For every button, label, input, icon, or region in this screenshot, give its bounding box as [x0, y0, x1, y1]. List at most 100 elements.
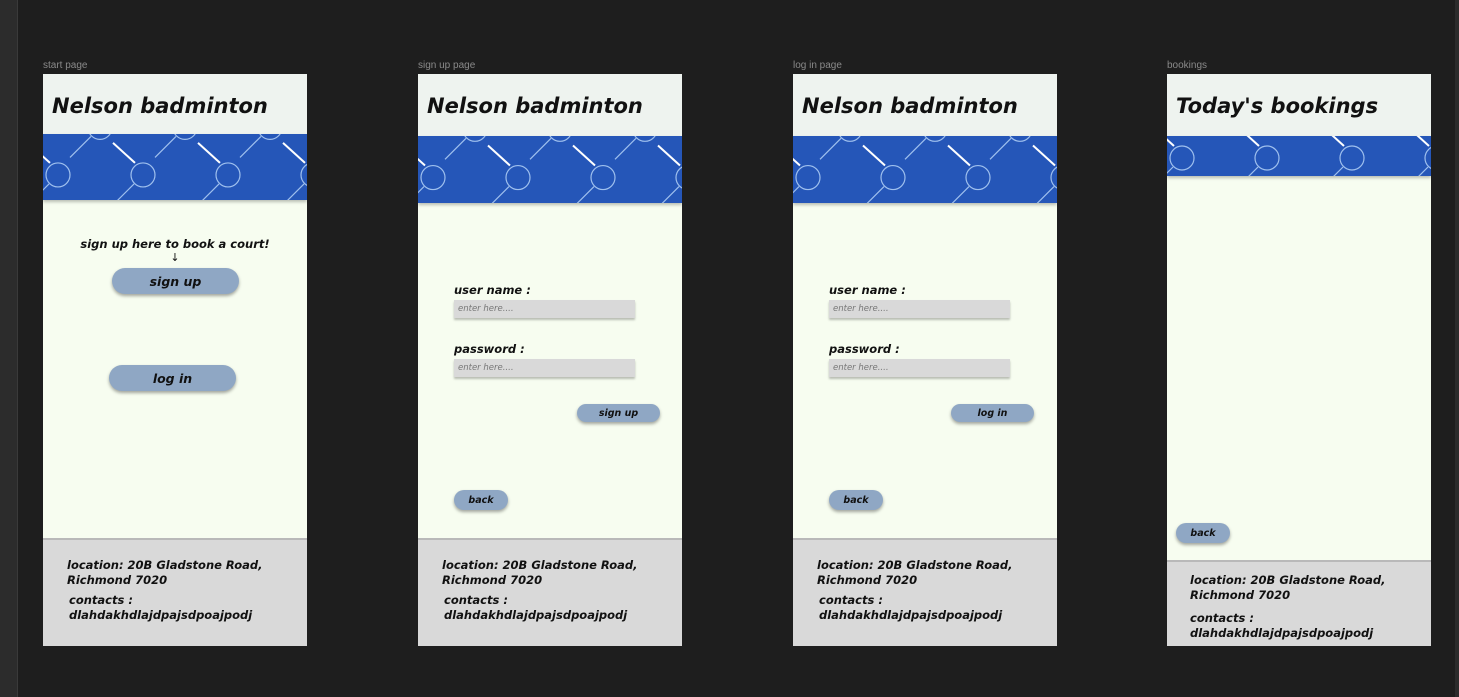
canvas-right-scrollbar[interactable] [1455, 0, 1459, 697]
racket-handle [989, 137, 1012, 160]
footer-location: location: 20B Gladstone Road, Richmond 7… [817, 558, 1012, 588]
racket-handle [819, 137, 842, 160]
password-label: password : [829, 342, 900, 356]
racket-shaft [657, 144, 681, 167]
footer-location-line2: Richmond 7020 [67, 573, 168, 587]
racket-handle [904, 137, 927, 160]
racket-handle [661, 186, 680, 203]
badminton-racket-icon [1167, 136, 1431, 176]
racket-handle [69, 135, 92, 158]
frame-label-bookings[interactable]: bookings [1167, 60, 1207, 71]
frame-label-signup[interactable]: sign up page [418, 60, 475, 71]
username-label: user name : [829, 283, 906, 297]
footer: location: 20B Gladstone Road, Richmond 7… [418, 538, 682, 646]
racket-head [420, 164, 446, 191]
sign-up-button[interactable]: sign up [112, 268, 239, 294]
racket-head [1050, 166, 1057, 189]
username-input[interactable]: enter here.... [454, 300, 635, 318]
canvas-left-rail [0, 0, 18, 697]
racket-shaft [43, 155, 51, 164]
racket-head [300, 163, 307, 186]
page-title: Nelson badminton [802, 94, 1018, 118]
racket-head [505, 164, 531, 191]
racket-handle [418, 186, 425, 194]
racket-shaft [572, 144, 596, 167]
frame-log-in-page[interactable]: Nelson badminton user name : enter here.… [793, 74, 1057, 646]
password-input[interactable]: enter here.... [829, 359, 1010, 377]
frame-bookings[interactable]: Today's bookings back location: 20B Glad… [1167, 74, 1431, 646]
footer: location: 20B Gladstone Road, Richmond 7… [43, 538, 307, 646]
racket-shaft [947, 144, 971, 167]
racket-shaft [1032, 144, 1056, 167]
footer-contacts-label: contacts : [69, 593, 133, 607]
frame-sign-up-page[interactable]: Nelson badminton user name : enter here.… [418, 74, 682, 646]
racket-head [174, 134, 196, 140]
footer: location: 20B Gladstone Road, Richmond 7… [1167, 560, 1431, 646]
back-button[interactable]: back [1176, 523, 1230, 543]
racket-head [924, 136, 946, 142]
app-header: Nelson badminton [43, 74, 307, 134]
frame-label-start[interactable]: start page [43, 60, 87, 71]
footer-location-line2: Richmond 7020 [817, 573, 918, 587]
racket-head [965, 164, 991, 191]
username-input[interactable]: enter here.... [829, 300, 1010, 318]
racket-handle [576, 186, 595, 203]
racket-head [880, 164, 906, 191]
racket-handle [154, 135, 177, 158]
page-title: Nelson badminton [427, 94, 643, 118]
racket-banner [1167, 136, 1431, 176]
footer-contacts-value: dlahdakhdlajdpajsdpoajpodj [1190, 626, 1374, 640]
footer-contacts: contacts : dlahdakhdlajdpajsdpoajpodj [819, 593, 1002, 623]
log-in-submit-button[interactable]: log in [951, 404, 1034, 422]
footer-contacts-label: contacts : [1190, 611, 1254, 625]
racket-handle [491, 186, 510, 203]
footer-location-line2: Richmond 7020 [442, 573, 543, 587]
back-button[interactable]: back [454, 490, 508, 510]
log-in-button[interactable]: log in [109, 365, 236, 391]
racket-handle [951, 186, 970, 203]
racket-head [634, 136, 656, 142]
racket-shaft [1331, 136, 1345, 147]
racket-head [215, 162, 241, 188]
app-header: Today's bookings [1167, 74, 1431, 136]
frame-label-login[interactable]: log in page [793, 60, 842, 71]
footer-contacts-value: dlahdakhdlajdpajsdpoajpodj [444, 608, 628, 622]
racket-handle [793, 186, 800, 194]
page-title: Nelson badminton [52, 94, 268, 118]
footer-contacts: contacts : dlahdakhdlajdpajsdpoajpodj [444, 593, 627, 623]
app-header: Nelson badminton [793, 74, 1057, 136]
footer-location-line1: location: 20B Gladstone Road, [1190, 573, 1386, 587]
arrow-down-icon: ↓ [170, 251, 180, 264]
racket-handle [444, 137, 467, 160]
racket-handle [1333, 166, 1344, 176]
racket-head [590, 164, 616, 191]
footer-contacts: contacts : dlahdakhdlajdpajsdpoajpodj [69, 593, 252, 623]
racket-shaft [418, 157, 426, 167]
badminton-racket-icon [418, 136, 682, 203]
racket-banner [418, 136, 682, 203]
racket-head [839, 136, 861, 142]
footer-location: location: 20B Gladstone Road, Richmond 7… [442, 558, 637, 588]
racket-head [1254, 145, 1280, 171]
racket-head [795, 164, 821, 191]
racket-handle [202, 183, 220, 200]
racket-handle [1418, 166, 1429, 176]
footer-location: location: 20B Gladstone Road, Richmond 7… [1190, 573, 1385, 603]
racket-head [1169, 145, 1195, 171]
racket-shaft [487, 144, 511, 167]
racket-shaft [1416, 136, 1430, 147]
racket-handle [117, 183, 135, 200]
racket-handle [239, 135, 262, 158]
racket-shaft [197, 142, 221, 164]
racket-shaft [112, 142, 136, 164]
back-button[interactable]: back [829, 490, 883, 510]
password-input[interactable]: enter here.... [454, 359, 635, 377]
sign-up-submit-button[interactable]: sign up [577, 404, 660, 422]
racket-head [1009, 136, 1031, 142]
app-header: Nelson badminton [418, 74, 682, 136]
footer-contacts-value: dlahdakhdlajdpajsdpoajpodj [69, 608, 253, 622]
footer-location-line2: Richmond 7020 [1190, 588, 1291, 602]
racket-handle [1248, 166, 1259, 176]
footer-contacts-label: contacts : [444, 593, 508, 607]
frame-start-page[interactable]: Nelson badminton sign up here to book a … [43, 74, 307, 646]
